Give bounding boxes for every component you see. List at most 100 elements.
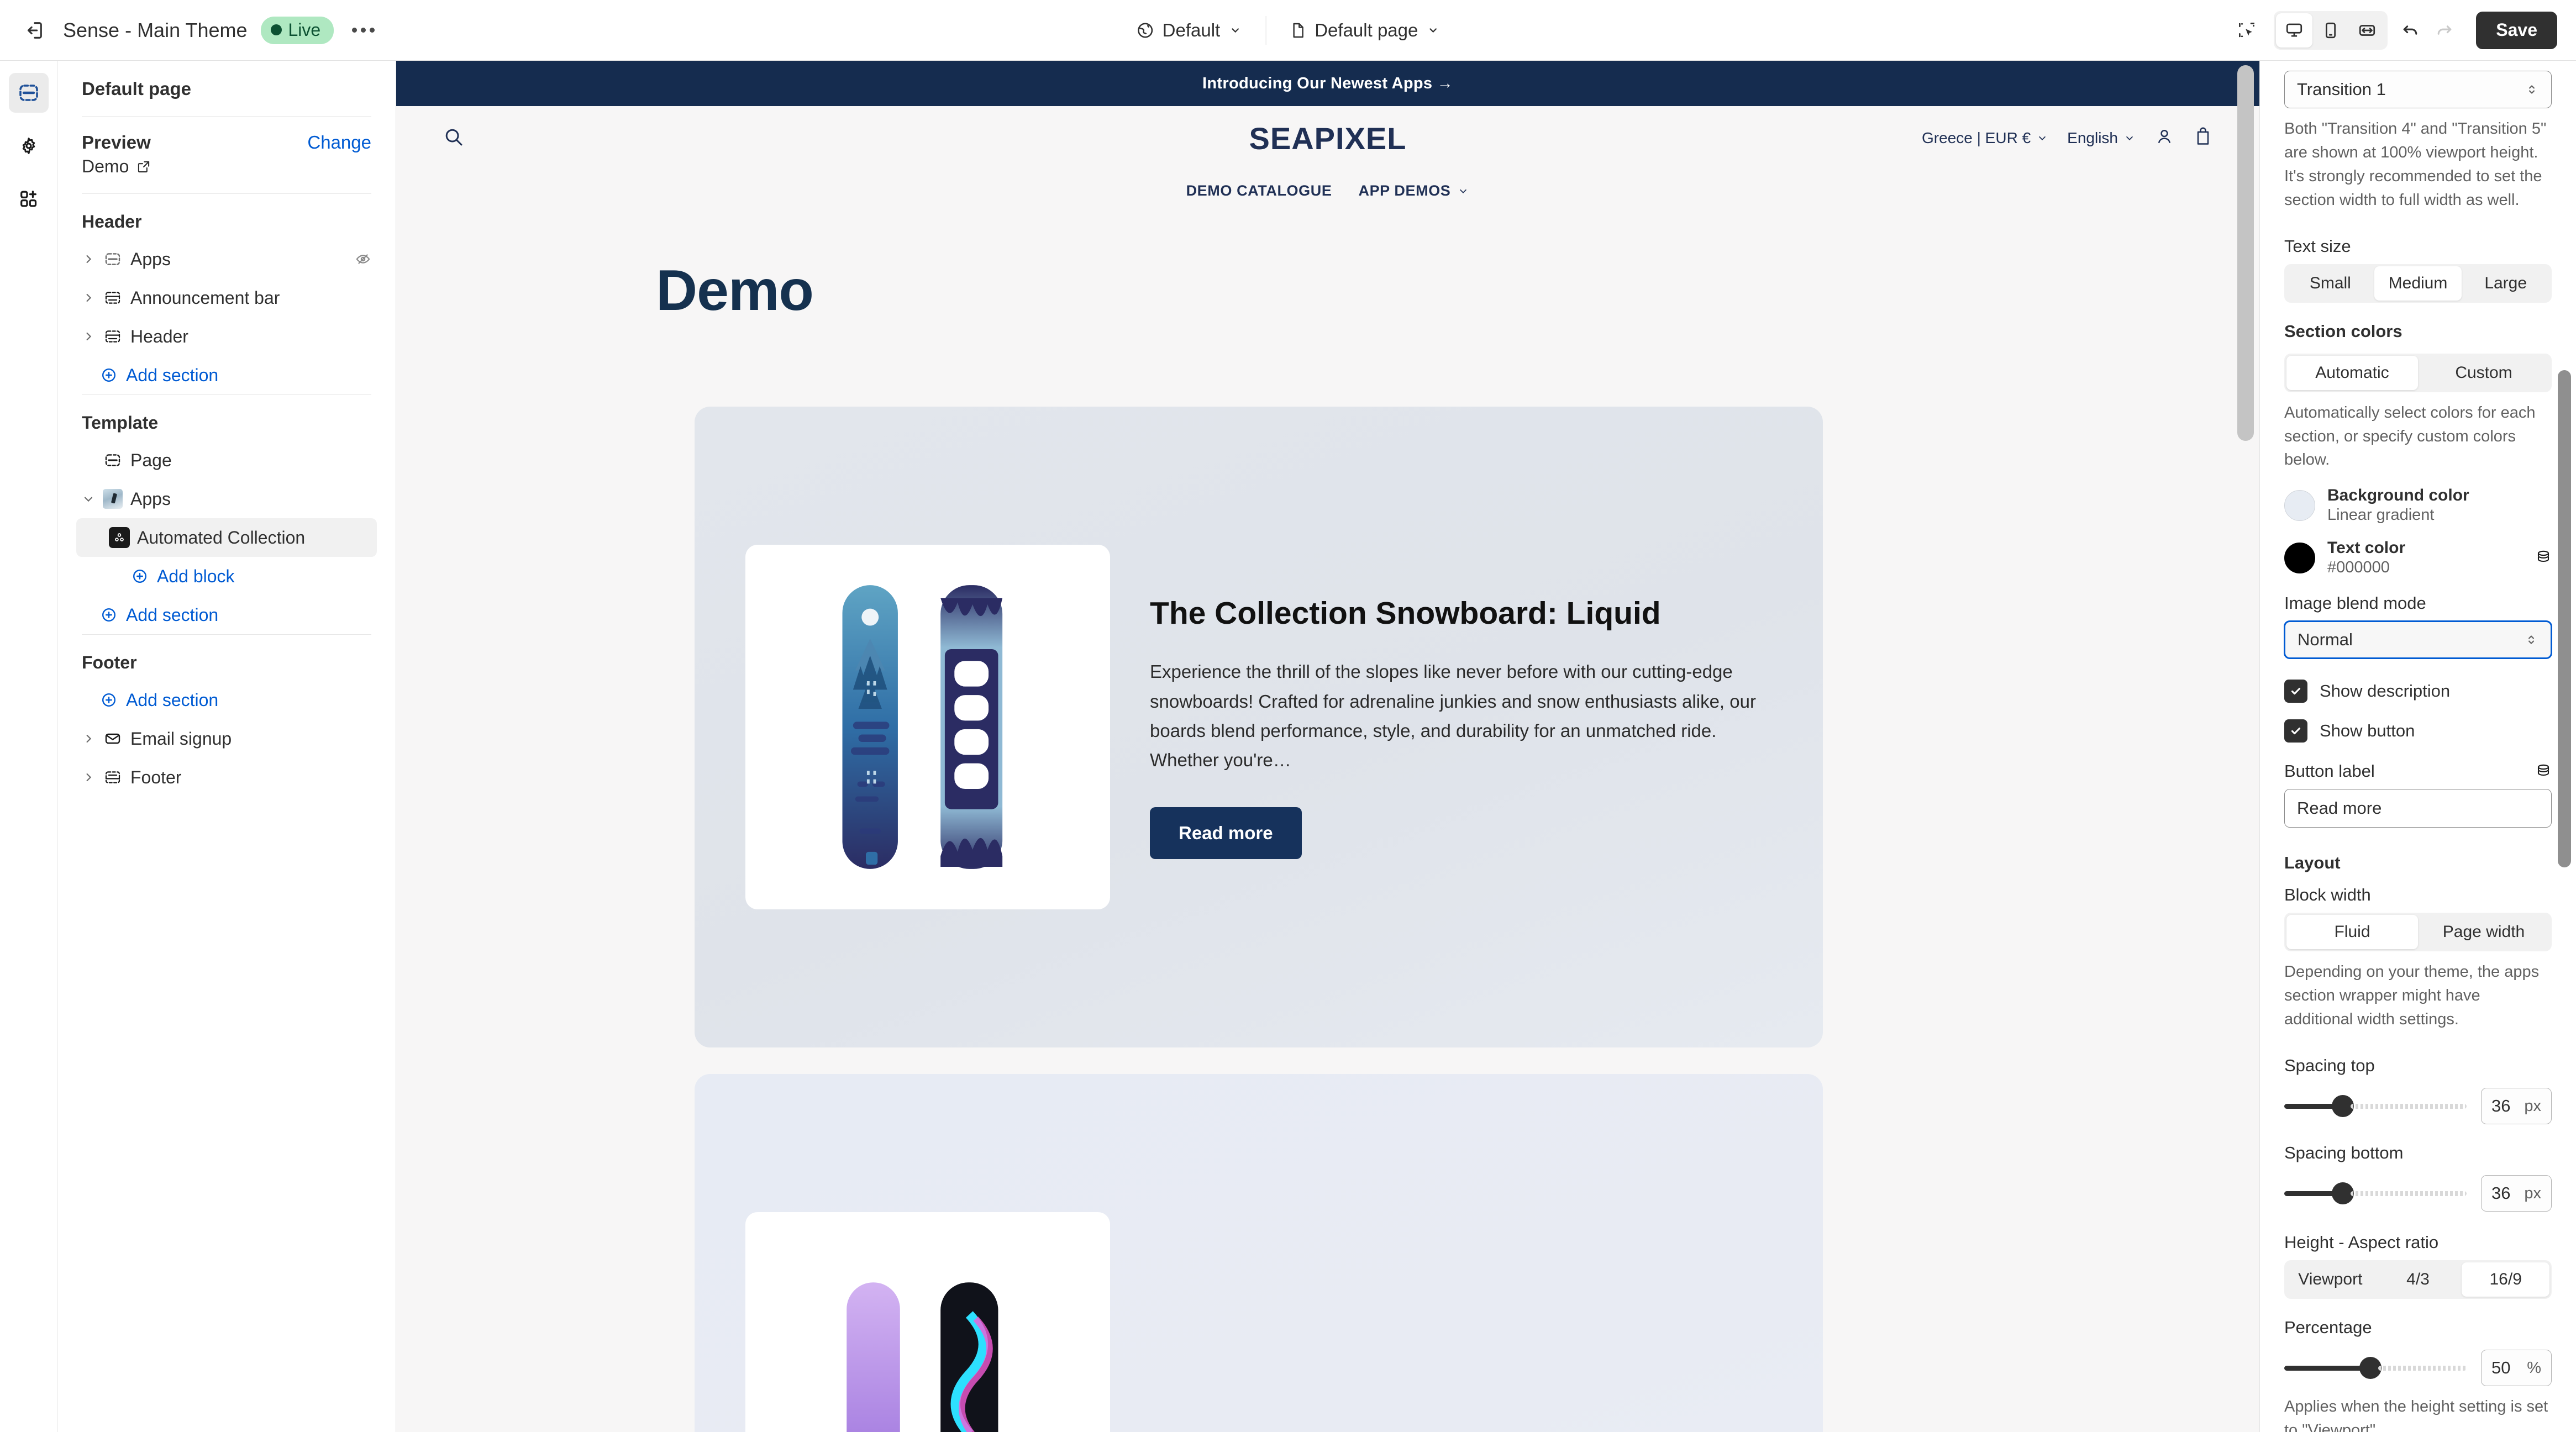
- show-button-checkbox[interactable]: [2284, 719, 2307, 743]
- main-body: Default page Preview Change Demo Header: [0, 61, 2576, 1432]
- sidebar-item-announcement-bar[interactable]: Announcement bar: [76, 278, 377, 317]
- desktop-icon[interactable]: [2276, 13, 2313, 48]
- chevron-right-icon[interactable]: [76, 330, 101, 343]
- percentage-number[interactable]: 50 %: [2481, 1350, 2552, 1387]
- add-block-label: Add block: [157, 566, 235, 586]
- redo-icon[interactable]: [2427, 13, 2462, 48]
- chevron-down-icon: [2126, 136, 2133, 140]
- spacing-top-number[interactable]: 36 px: [2481, 1088, 2552, 1125]
- text-color-row[interactable]: Text color #000000: [2284, 539, 2552, 577]
- preview-scrollbar[interactable]: [2237, 65, 2254, 441]
- block-width-fluid[interactable]: Fluid: [2286, 915, 2418, 950]
- sidebar-item-email-signup[interactable]: Email signup: [76, 719, 377, 758]
- nav-demo-catalogue[interactable]: DEMO CATALOGUE: [1186, 182, 1332, 199]
- aspect-ratio-16-9[interactable]: 16/9: [2462, 1262, 2550, 1297]
- sidebar-item-label: Footer: [130, 767, 182, 787]
- eye-hidden-icon[interactable]: [355, 251, 371, 267]
- spacing-top-unit: px: [2524, 1097, 2541, 1115]
- mobile-icon[interactable]: [2312, 13, 2349, 48]
- market-selector[interactable]: Default: [1125, 13, 1254, 48]
- sidebar-item-label: Announcement bar: [130, 287, 280, 308]
- add-section-footer-button[interactable]: Add section: [76, 681, 377, 719]
- page-selector[interactable]: Default page: [1278, 13, 1451, 48]
- search-icon[interactable]: [443, 126, 465, 151]
- preview-demo-link[interactable]: Demo: [82, 156, 371, 193]
- rail-settings-icon[interactable]: [9, 126, 49, 166]
- plus-circle-icon: [102, 608, 115, 622]
- block-width-segmented: Fluid Page width: [2284, 913, 2552, 952]
- spacing-top-slider[interactable]: [2284, 1095, 2467, 1118]
- background-color-swatch[interactable]: [2284, 489, 2315, 521]
- exit-icon[interactable]: [17, 13, 51, 48]
- read-more-button[interactable]: Read more: [1150, 807, 1302, 859]
- language-selector[interactable]: English: [2067, 129, 2136, 147]
- text-size-medium[interactable]: Medium: [2374, 266, 2462, 301]
- undo-icon[interactable]: [2393, 13, 2427, 48]
- background-color-row[interactable]: Background color Linear gradient: [2284, 486, 2552, 524]
- section-colors-custom[interactable]: Custom: [2418, 356, 2549, 390]
- percentage-help: Applies when the height setting is set t…: [2284, 1398, 2548, 1432]
- sidebar-item-label: Automated Collection: [137, 527, 306, 547]
- chevron-right-icon[interactable]: [76, 771, 101, 784]
- text-size-large[interactable]: Large: [2462, 266, 2549, 301]
- aspect-ratio-viewport[interactable]: Viewport: [2286, 1262, 2374, 1297]
- cart-icon[interactable]: [2193, 127, 2213, 150]
- nav-app-demos[interactable]: APP DEMOS: [1358, 182, 1469, 199]
- store-logo[interactable]: SEAPIXEL: [1249, 120, 1407, 156]
- snowboard-illustration-purple: [847, 1282, 998, 1432]
- show-description-checkbox[interactable]: [2284, 680, 2307, 703]
- external-link-icon: [138, 161, 150, 172]
- chevron-down-icon: [2039, 136, 2046, 140]
- show-button-row[interactable]: Show button: [2284, 719, 2552, 743]
- spacing-bottom-slider[interactable]: [2284, 1182, 2467, 1205]
- text-color-name: Text color: [2327, 539, 2406, 557]
- sidebar-item-automated-collection[interactable]: Automated Collection: [76, 518, 377, 557]
- change-preview-link[interactable]: Change: [307, 132, 371, 153]
- add-block-button[interactable]: Add block: [76, 557, 377, 596]
- announcement-bar[interactable]: Introducing Our Newest Apps →: [396, 61, 2259, 106]
- sidebar-item-label: Header: [130, 326, 188, 346]
- text-color-swatch[interactable]: [2284, 542, 2315, 573]
- transition-select[interactable]: Transition 1: [2284, 71, 2552, 108]
- country-currency-selector[interactable]: Greece | EUR €: [1922, 129, 2048, 147]
- sidebar-group-header: Header Apps Announcement bar Header Add …: [57, 194, 396, 394]
- product-image-second: [745, 1212, 1110, 1432]
- sidebar-item-header-apps[interactable]: Apps: [76, 240, 377, 278]
- section-colors-automatic[interactable]: Automatic: [2286, 355, 2418, 390]
- aspect-ratio-4-3[interactable]: 4/3: [2374, 1262, 2462, 1297]
- data-source-icon[interactable]: [2535, 548, 2552, 567]
- text-size-small[interactable]: Small: [2286, 266, 2374, 301]
- sidebar-item-page[interactable]: Page: [76, 441, 377, 480]
- section-colors-segmented: Automatic Custom: [2284, 353, 2552, 392]
- sidebar-item-footer[interactable]: Footer: [76, 758, 377, 797]
- data-source-icon[interactable]: [2535, 762, 2552, 781]
- add-section-template-button[interactable]: Add section: [76, 596, 377, 634]
- settings-panel: Transition 1 Both "Transition 4" and "Tr…: [2260, 61, 2576, 1432]
- app-block-card-second[interactable]: [695, 1074, 1823, 1432]
- spacing-bottom-number[interactable]: 36 px: [2481, 1175, 2552, 1212]
- transition-value: Transition 1: [2297, 80, 2386, 99]
- sidebar-item-header[interactable]: Header: [76, 317, 377, 356]
- add-section-header-button[interactable]: Add section: [76, 356, 377, 394]
- rail-apps-icon[interactable]: [9, 179, 49, 219]
- save-button[interactable]: Save: [2476, 11, 2557, 49]
- rail-sections-icon[interactable]: [8, 73, 49, 113]
- chevron-right-icon[interactable]: [76, 252, 101, 266]
- app-block-card[interactable]: The Collection Snowboard: Liquid Experie…: [695, 407, 1823, 1047]
- chevron-down-icon[interactable]: [76, 492, 101, 506]
- button-label-input[interactable]: [2284, 789, 2552, 828]
- chevron-right-icon[interactable]: [76, 291, 101, 304]
- sidebar-item-template-apps[interactable]: Apps: [76, 480, 377, 518]
- more-menu-icon[interactable]: [346, 13, 380, 48]
- select-tool-icon[interactable]: [2230, 13, 2264, 48]
- settings-scrollbar[interactable]: [2558, 370, 2571, 867]
- chevron-right-icon[interactable]: [76, 732, 101, 745]
- block-width-label: Block width: [2284, 885, 2371, 905]
- percentage-slider[interactable]: [2284, 1357, 2467, 1380]
- show-description-row[interactable]: Show description: [2284, 680, 2552, 703]
- image-blend-mode-select[interactable]: Normal: [2284, 621, 2552, 659]
- fullwidth-icon[interactable]: [2349, 13, 2385, 48]
- account-icon[interactable]: [2154, 127, 2174, 150]
- storefront-preview[interactable]: Introducing Our Newest Apps → SEAPIXEL G…: [396, 61, 2259, 1432]
- block-width-page[interactable]: Page width: [2418, 915, 2549, 949]
